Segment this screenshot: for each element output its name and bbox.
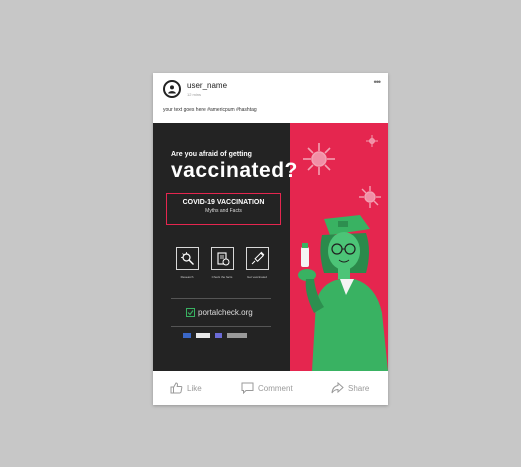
item-label-research: Research xyxy=(180,275,194,279)
nurse-illustration xyxy=(298,215,388,371)
website-row: portalcheck.org xyxy=(186,306,253,318)
post-actions: Like Comment Share xyxy=(153,371,388,405)
covid-subtitle: Myths and Facts xyxy=(205,208,242,214)
website-link[interactable]: portalcheck.org xyxy=(198,308,253,317)
poster-headline: vaccinated? xyxy=(171,159,298,182)
sponsor-logo xyxy=(227,333,247,338)
eu-flag-logo xyxy=(183,333,191,338)
stage: user_name 12 mins ••• your text goes her… xyxy=(0,0,521,467)
more-options-icon[interactable]: ••• xyxy=(374,77,382,87)
share-label: Share xyxy=(348,383,370,393)
virus-decoration-icon xyxy=(303,143,335,175)
check-icon xyxy=(186,307,195,317)
comment-icon xyxy=(241,382,254,394)
document-check-icon xyxy=(216,251,229,265)
divider xyxy=(171,298,271,299)
item-label-check-facts: Check the facts xyxy=(211,275,233,279)
user-icon xyxy=(168,85,176,94)
post-time: 12 mins xyxy=(187,92,202,97)
covid-title-box: COVID-19 VACCINATION Myths and Facts xyxy=(166,193,281,225)
partner-logo xyxy=(215,333,222,338)
like-button[interactable]: Like xyxy=(170,382,202,394)
comment-label: Comment xyxy=(258,383,293,393)
divider xyxy=(171,326,271,327)
syringe-icon xyxy=(251,251,265,265)
virus-search-icon xyxy=(181,252,194,265)
like-label: Like xyxy=(187,383,202,393)
post-image[interactable]: Are you afraid of getting vaccinated? CO… xyxy=(153,123,388,371)
get-vaccinated-box xyxy=(246,247,269,270)
partner-logos xyxy=(183,333,247,338)
check-facts-box xyxy=(211,247,234,270)
partner-logo xyxy=(196,333,210,338)
post-caption: your text goes here #americpum #hashtag xyxy=(163,107,257,113)
item-label-get-vaccinated: Get vaccinated xyxy=(246,275,267,279)
covid-title: COVID-19 VACCINATION xyxy=(182,199,265,206)
comment-button[interactable]: Comment xyxy=(241,382,293,394)
virus-decoration-icon xyxy=(366,135,378,147)
username[interactable]: user_name xyxy=(187,81,227,90)
thumbs-up-icon xyxy=(170,382,183,394)
share-button[interactable]: Share xyxy=(331,382,369,394)
social-post-card: user_name 12 mins ••• your text goes her… xyxy=(153,73,388,405)
post-header: user_name 12 mins ••• your text goes her… xyxy=(153,73,388,123)
research-box xyxy=(176,247,199,270)
avatar[interactable] xyxy=(163,80,181,98)
share-icon xyxy=(331,382,344,394)
poster-question: Are you afraid of getting xyxy=(171,151,252,158)
